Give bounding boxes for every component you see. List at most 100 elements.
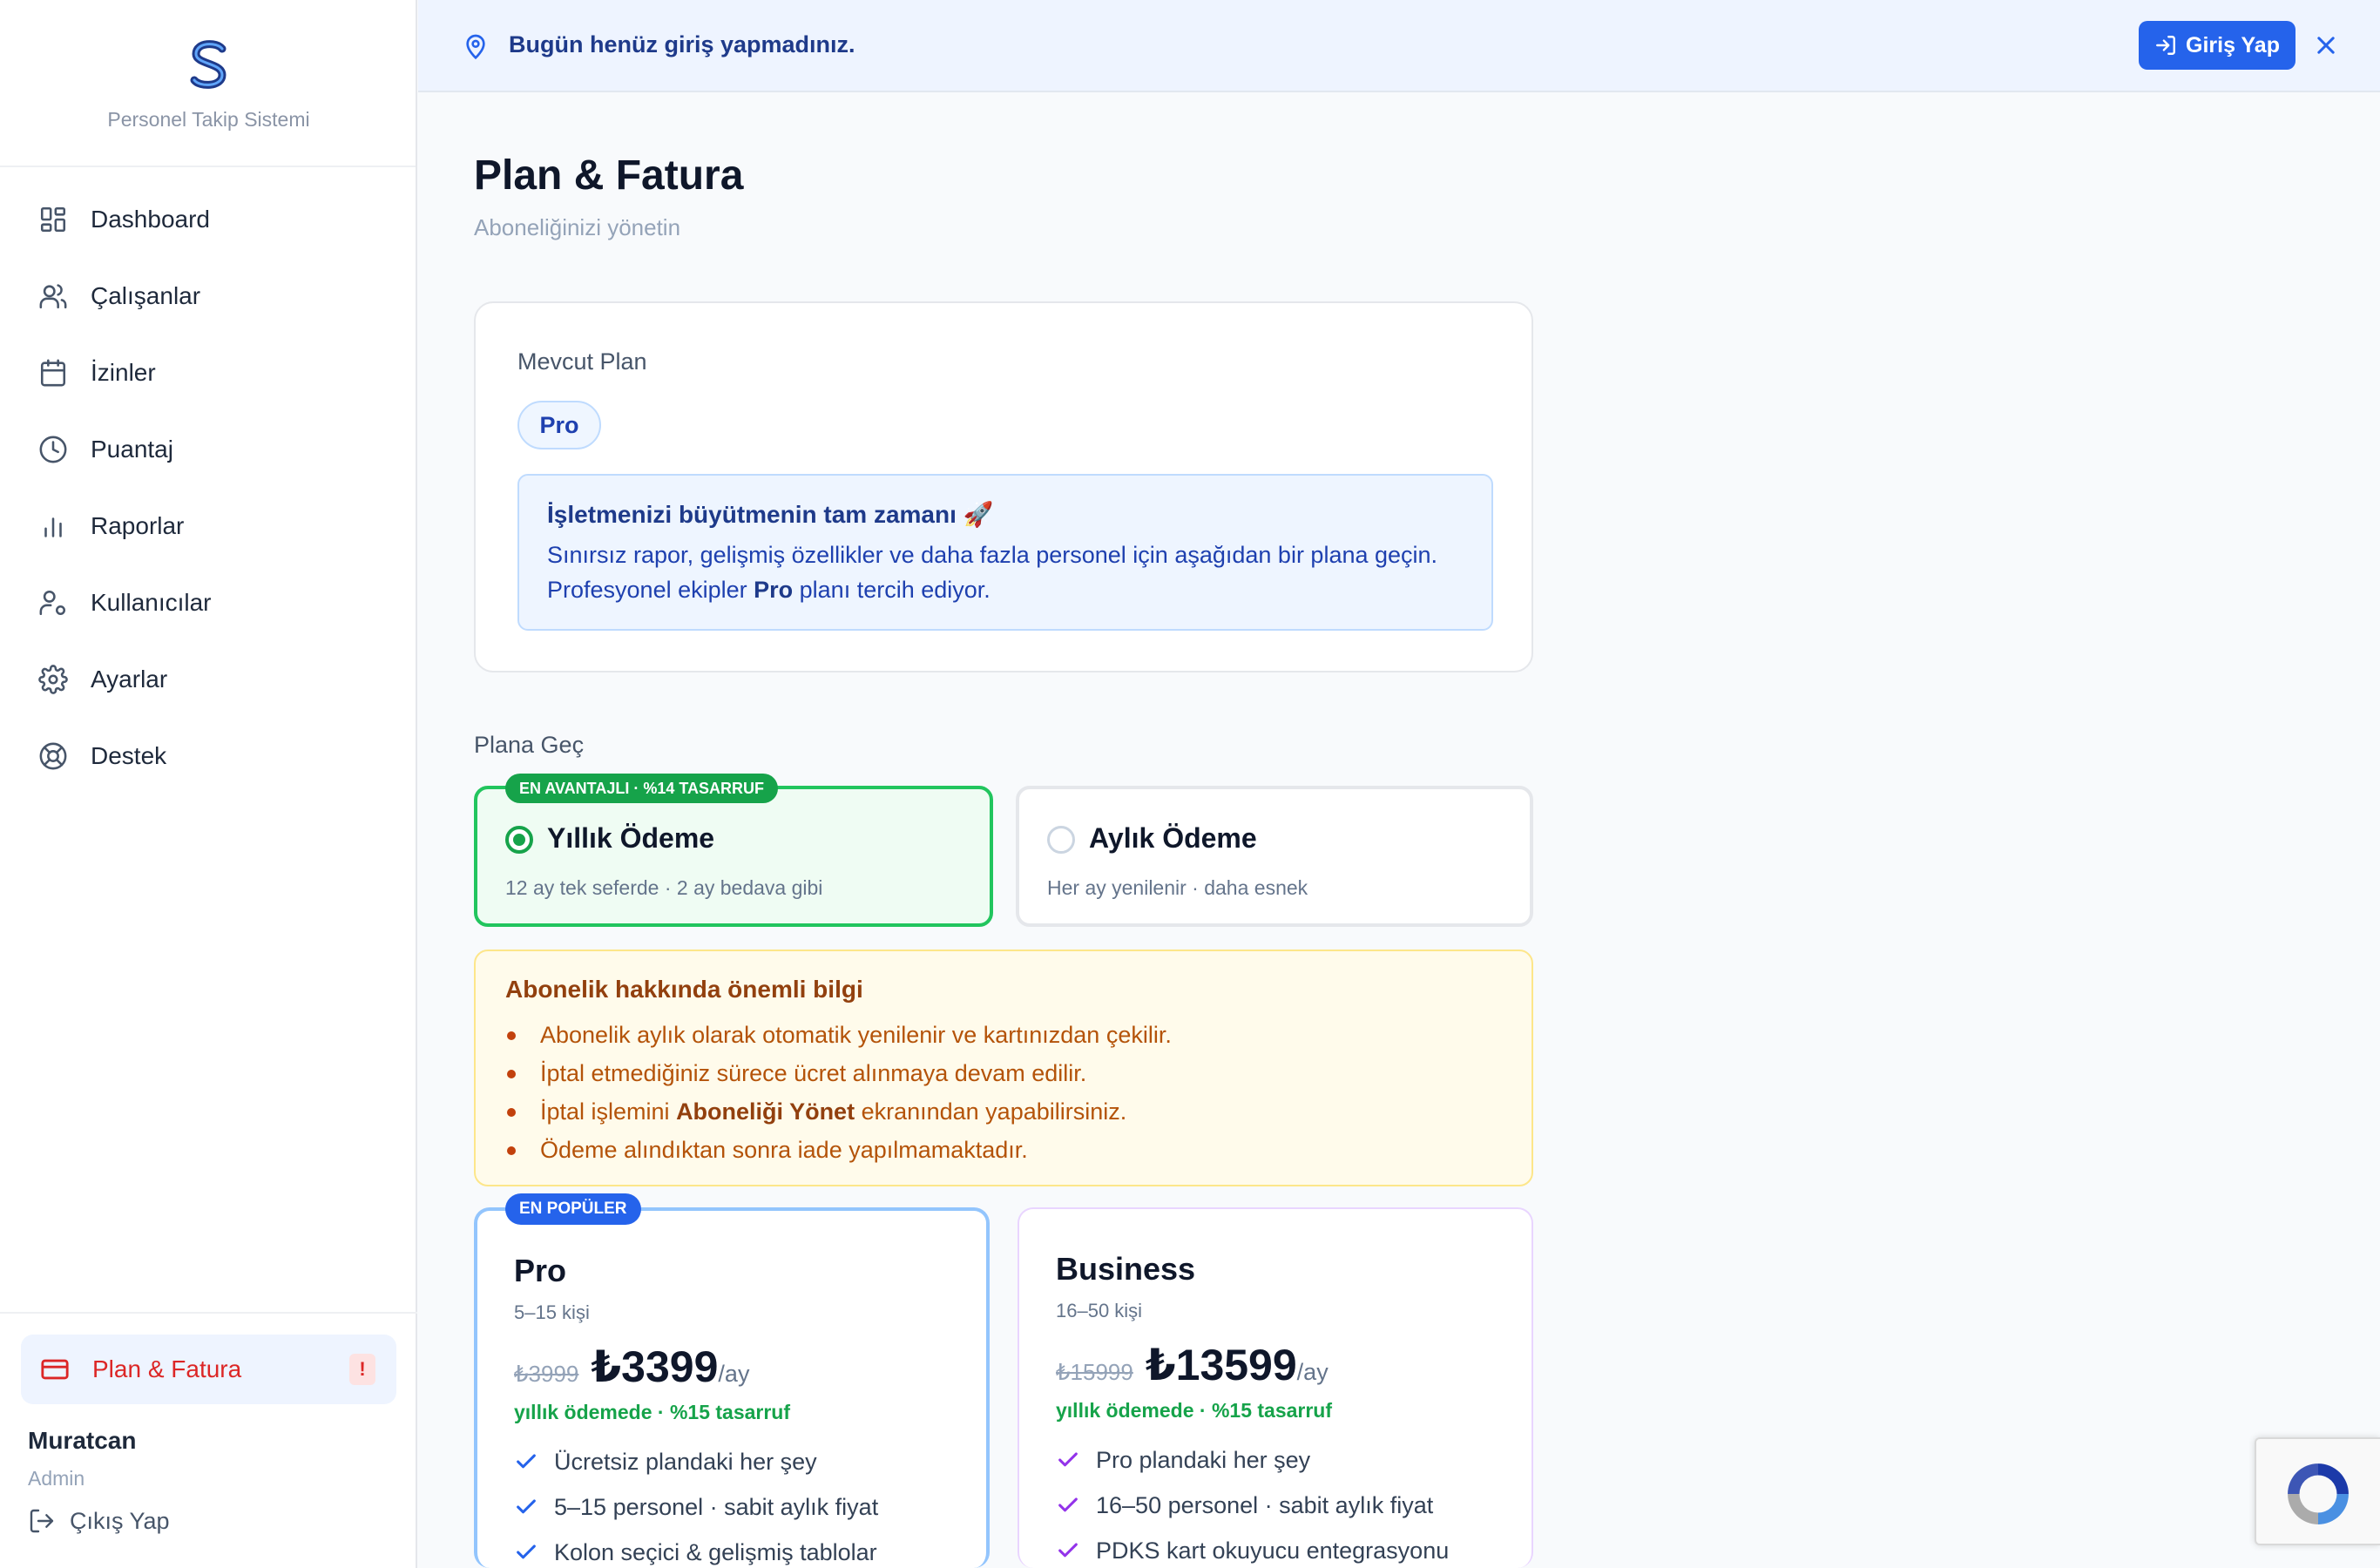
monthly-billing-option[interactable]: Aylık Ödeme Her ay yenilenir · daha esne… [1016, 786, 1533, 927]
plan-range: 16–50 kişi [1056, 1300, 1143, 1321]
sidebar-item-settings[interactable]: Ayarlar [38, 653, 167, 706]
user-role: Admin [28, 1467, 85, 1490]
feature-label: Pro plandaki her şey [1096, 1446, 1311, 1473]
yearly-billing-option[interactable]: EN AVANTAJLI · %14 TASARRUF Yıllık Ödeme… [474, 774, 993, 927]
sidebar-item-label: İzinler [91, 359, 156, 386]
feature-label: 5–15 personel · sabit aylık fiyat [554, 1493, 879, 1520]
sidebar-item-users[interactable]: Kullanıcılar [38, 577, 212, 629]
notice-text-bold: Aboneliği Yönet [676, 1098, 855, 1125]
dashboard-icon [40, 206, 66, 233]
sidebar-item-label: Çalışanlar [91, 282, 201, 309]
promo-text-part: Profesyonel ekipler [547, 577, 754, 603]
monthly-radio[interactable] [1047, 826, 1075, 854]
sidebar-item-label: Plan & Fatura [92, 1355, 242, 1382]
sidebar-item-label: Kullanıcılar [91, 589, 212, 616]
price: ₺3399 [591, 1342, 719, 1391]
bar-chart-icon [44, 517, 62, 537]
check-icon [517, 1454, 536, 1469]
page-subtitle: Aboneliğinizi yönetin [474, 214, 681, 240]
check-icon [1058, 1452, 1078, 1467]
sidebar-item-label: Puantaj [91, 436, 173, 463]
recaptcha-icon [2288, 1463, 2349, 1524]
login-label: Giriş Yap [2186, 32, 2280, 57]
close-icon [2317, 37, 2335, 54]
checkin-banner: Bugün henüz giriş yapmadınız. [418, 0, 2380, 92]
check-icon [517, 1544, 536, 1559]
plan-name: Business [1056, 1251, 1196, 1287]
alert-badge: ! [349, 1354, 375, 1385]
feature-label: PDKS kart okuyucu entegrasyonu [1096, 1537, 1450, 1564]
sidebar-item-label: Raporlar [91, 512, 185, 539]
sidebar-item-support[interactable]: Destek [38, 730, 166, 782]
sidebar-item-timesheet[interactable]: Puantaj [38, 423, 173, 476]
plan-range: 5–15 kişi [514, 1301, 590, 1323]
notice-text-part: İptal işlemini [540, 1098, 677, 1125]
feature-item: 5–15 personel · sabit aylık fiyat [514, 1484, 878, 1530]
user-name: Muratcan [28, 1427, 137, 1454]
notice-list: Abonelik aylık olarak otomatik yenilenir… [505, 1016, 1172, 1169]
sidebar-item-employees[interactable]: Çalışanlar [38, 270, 200, 322]
sidebar-item-reports[interactable]: Raporlar [38, 500, 184, 552]
promo-title: İşletmenizi büyütmenin tam zamanı 🚀 [547, 501, 994, 528]
sidebar-item-leaves[interactable]: İzinler [38, 347, 156, 399]
gear-icon [38, 665, 68, 694]
feature-item: Ücretsiz plandaki her şey [514, 1439, 878, 1484]
price-row: ₺15999 ₺13599 /ay [1056, 1340, 1329, 1390]
page-title: Plan & Fatura [474, 152, 744, 199]
notice-item: Ödeme alındıktan sonra iade yapılmamakta… [505, 1131, 1172, 1169]
price: ₺13599 [1145, 1341, 1297, 1389]
check-icon [1058, 1543, 1078, 1558]
feature-item: Kolon seçici & gelişmiş tablolar [514, 1530, 878, 1568]
map-pin-icon [466, 34, 485, 60]
switch-plan-label: Plana Geç [474, 732, 585, 758]
old-price: ₺15999 [1056, 1359, 1133, 1385]
plan-card-pro[interactable]: EN POPÜLER Pro 5–15 kişi ₺3999 ₺3399 /ay… [474, 1193, 990, 1568]
billing-option-title: Aylık Ödeme [1089, 822, 1257, 854]
current-plan-label: Mevcut Plan [517, 348, 647, 375]
sidebar: Personel Takip Sistemi Dashboard Çalışan… [0, 0, 417, 1568]
feature-label: Kolon seçici & gelişmiş tablolar [554, 1538, 877, 1565]
check-icon [517, 1499, 536, 1514]
price-period: /ay [1296, 1359, 1329, 1385]
sidebar-item-plan-billing[interactable]: Plan & Fatura ! [21, 1335, 396, 1404]
notice-item: İptal etmediğiniz sürece ücret alınmaya … [505, 1054, 1172, 1092]
notice-text-part: ekranından yapabilirsiniz. [855, 1098, 1127, 1125]
clock-icon [39, 436, 67, 463]
promo-text: Sınırsız rapor, gelişmiş özellikler ve d… [547, 542, 1438, 568]
sidebar-footer: Plan & Fatura ! Muratcan Admin Çıkış Yap [0, 1312, 417, 1568]
notice-title: Abonelik hakkında önemli bilgi [505, 976, 863, 1003]
close-banner-button[interactable] [2314, 33, 2338, 57]
price-note: yıllık ödemede · %15 tasarruf [514, 1401, 791, 1423]
recaptcha-badge[interactable] [2255, 1437, 2380, 1545]
sidebar-item-label: Ayarlar [91, 666, 168, 693]
current-plan-card: Mevcut Plan Pro İşletmenizi büyütmenin t… [474, 301, 1533, 672]
plan-card-business[interactable]: Business 16–50 kişi ₺15999 ₺13599 /ay yı… [1018, 1207, 1533, 1568]
login-button[interactable]: Giriş Yap [2139, 21, 2295, 70]
feature-label: 16–50 personel · sabit aylık fiyat [1096, 1491, 1434, 1518]
logout-button[interactable]: Çıkış Yap [28, 1507, 170, 1535]
logout-label: Çıkış Yap [70, 1507, 170, 1534]
feature-item: Pro plandaki her şey [1056, 1437, 1449, 1483]
promo-text-bold: Pro [754, 577, 794, 603]
banner-message: Bugün henüz giriş yapmadınız. [509, 31, 855, 57]
yearly-radio[interactable] [505, 826, 533, 854]
feature-item: PDKS kart okuyucu entegrasyonu [1056, 1528, 1449, 1568]
promo-text-part: planı tercih ediyor. [793, 577, 991, 603]
billing-option-desc: Her ay yenilenir · daha esnek [1047, 876, 1308, 899]
feature-list: Ücretsiz plandaki her şey 5–15 personel … [514, 1439, 878, 1568]
users-icon [39, 284, 67, 309]
plan-name: Pro [514, 1253, 567, 1288]
price-period: /ay [718, 1361, 750, 1387]
calendar-icon [40, 359, 66, 387]
current-plan-badge: Pro [517, 401, 601, 449]
sidebar-item-label: Destek [91, 742, 167, 769]
notice-item: Abonelik aylık olarak otomatik yenilenir… [505, 1016, 1172, 1054]
credit-card-icon [41, 1359, 69, 1380]
upgrade-promo: İşletmenizi büyütmenin tam zamanı 🚀 Sını… [517, 474, 1493, 631]
billing-option-title: Yıllık Ödeme [547, 822, 715, 854]
lifebuoy-icon [39, 742, 67, 770]
feature-item: 16–50 personel · sabit aylık fiyat [1056, 1483, 1449, 1528]
app-logo[interactable] [187, 38, 231, 91]
sidebar-item-dashboard[interactable]: Dashboard [38, 193, 210, 246]
subscription-notice: Abonelik hakkında önemli bilgi Abonelik … [474, 950, 1533, 1186]
